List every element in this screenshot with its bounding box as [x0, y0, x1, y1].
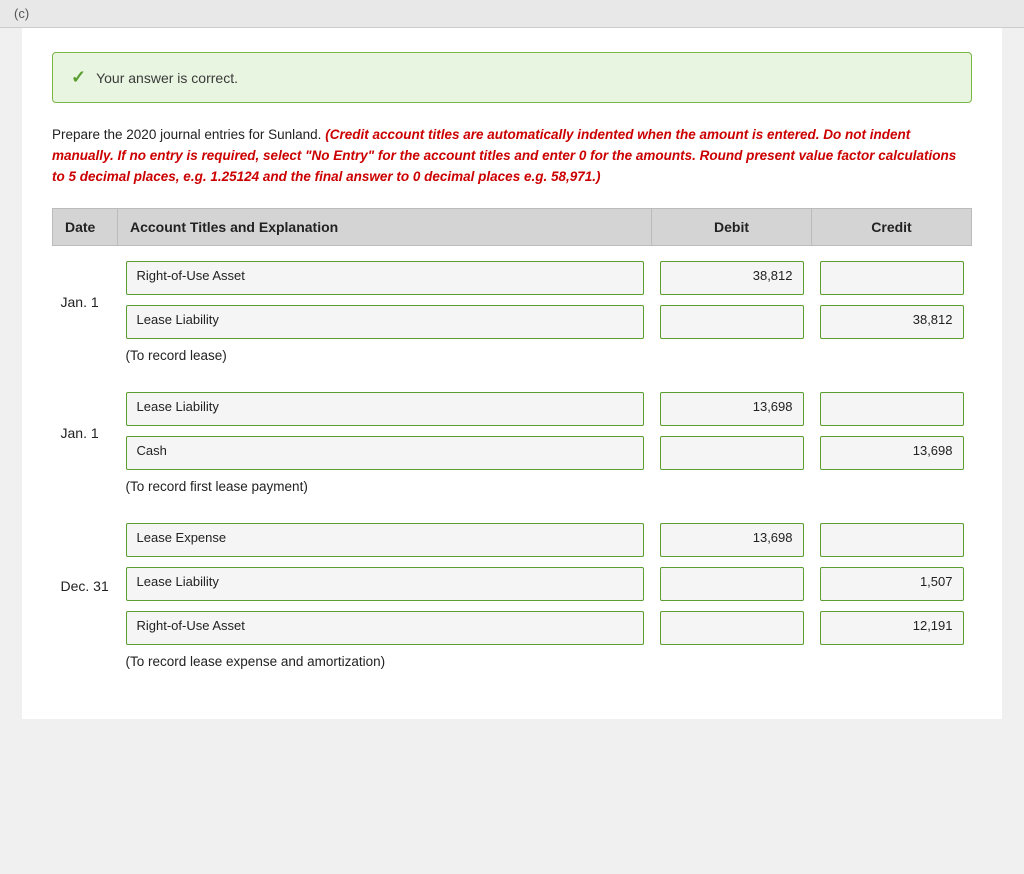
- table-row: Right-of-Use Asset 12,191: [53, 606, 972, 650]
- entry3-debit3: [652, 606, 812, 650]
- entry2-credit1-field[interactable]: [820, 392, 964, 426]
- entry2-debit2-field[interactable]: [660, 436, 804, 470]
- top-bar: (c): [0, 0, 1024, 28]
- entry1-debit1: 38,812: [652, 256, 812, 300]
- col-header-date: Date: [53, 208, 118, 245]
- entry1-account1: Right-of-Use Asset: [118, 256, 652, 300]
- entry3-debit2-field[interactable]: [660, 567, 804, 601]
- entry3-credit3: 12,191: [812, 606, 972, 650]
- entry3-credit1-field[interactable]: [820, 523, 964, 557]
- entry3-account3-field[interactable]: Right-of-Use Asset: [126, 611, 644, 645]
- check-icon: ✓: [71, 67, 86, 88]
- entry2-account2-field[interactable]: Cash: [126, 436, 644, 470]
- top-bar-label: (c): [14, 6, 29, 21]
- entry2-debit1: 13,698: [652, 387, 812, 431]
- table-row: Cash 13,698: [53, 431, 972, 475]
- entry1-credit2-field[interactable]: 38,812: [820, 305, 964, 339]
- entry3-credit2-field[interactable]: 1,507: [820, 567, 964, 601]
- correct-banner: ✓ Your answer is correct.: [52, 52, 972, 103]
- entry3-credit1: [812, 518, 972, 562]
- entry1-date: Jan. 1: [53, 256, 118, 344]
- entry3-account2: Lease Liability: [118, 562, 652, 606]
- entry3-debit1-field[interactable]: 13,698: [660, 523, 804, 557]
- entry1-account2-field[interactable]: Lease Liability: [126, 305, 644, 339]
- entry2-note: (To record first lease payment): [118, 475, 972, 504]
- entry1-account2: Lease Liability: [118, 300, 652, 344]
- entry3-account2-field[interactable]: Lease Liability: [126, 567, 644, 601]
- entry1-credit1-field[interactable]: [820, 261, 964, 295]
- journal-table: Date Account Titles and Explanation Debi…: [52, 208, 972, 679]
- table-row: Dec. 31 Lease Expense 13,698: [53, 518, 972, 562]
- entry1-credit2: 38,812: [812, 300, 972, 344]
- entry1-debit2-field[interactable]: [660, 305, 804, 339]
- entry2-credit1: [812, 387, 972, 431]
- entry3-credit3-field[interactable]: 12,191: [820, 611, 964, 645]
- entry1-credit1: [812, 256, 972, 300]
- entry1-account1-field[interactable]: Right-of-Use Asset: [126, 261, 644, 295]
- entry3-account1-field[interactable]: Lease Expense: [126, 523, 644, 557]
- entry2-debit2: [652, 431, 812, 475]
- entry2-account1: Lease Liability: [118, 387, 652, 431]
- entry2-credit2: 13,698: [812, 431, 972, 475]
- entry3-debit3-field[interactable]: [660, 611, 804, 645]
- col-header-credit: Credit: [812, 208, 972, 245]
- entry1-debit2: [652, 300, 812, 344]
- table-row: Lease Liability 1,507: [53, 562, 972, 606]
- entry3-note-row: (To record lease expense and amortizatio…: [53, 650, 972, 679]
- table-row: Jan. 1 Right-of-Use Asset 38,812: [53, 256, 972, 300]
- entry1-note: (To record lease): [118, 344, 972, 373]
- entry2-note-row: (To record first lease payment): [53, 475, 972, 504]
- entry3-credit2: 1,507: [812, 562, 972, 606]
- instruction-prefix: Prepare the 2020 journal entries for Sun…: [52, 127, 321, 142]
- entry1-note-row: (To record lease): [53, 344, 972, 373]
- entry3-debit2: [652, 562, 812, 606]
- entry3-note: (To record lease expense and amortizatio…: [118, 650, 972, 679]
- entry2-credit2-field[interactable]: 13,698: [820, 436, 964, 470]
- entry3-debit1: 13,698: [652, 518, 812, 562]
- col-header-account: Account Titles and Explanation: [118, 208, 652, 245]
- banner-text: Your answer is correct.: [96, 70, 238, 86]
- main-content: ✓ Your answer is correct. Prepare the 20…: [22, 28, 1002, 719]
- instruction-text: Prepare the 2020 journal entries for Sun…: [52, 125, 972, 188]
- entry3-date: Dec. 31: [53, 518, 118, 650]
- entry3-account1: Lease Expense: [118, 518, 652, 562]
- entry2-account1-field[interactable]: Lease Liability: [126, 392, 644, 426]
- entry1-debit1-field[interactable]: 38,812: [660, 261, 804, 295]
- table-row: Jan. 1 Lease Liability 13,698: [53, 387, 972, 431]
- entry2-account2: Cash: [118, 431, 652, 475]
- table-row: Lease Liability 38,812: [53, 300, 972, 344]
- entry3-account3: Right-of-Use Asset: [118, 606, 652, 650]
- entry2-date: Jan. 1: [53, 387, 118, 475]
- entry2-debit1-field[interactable]: 13,698: [660, 392, 804, 426]
- col-header-debit: Debit: [652, 208, 812, 245]
